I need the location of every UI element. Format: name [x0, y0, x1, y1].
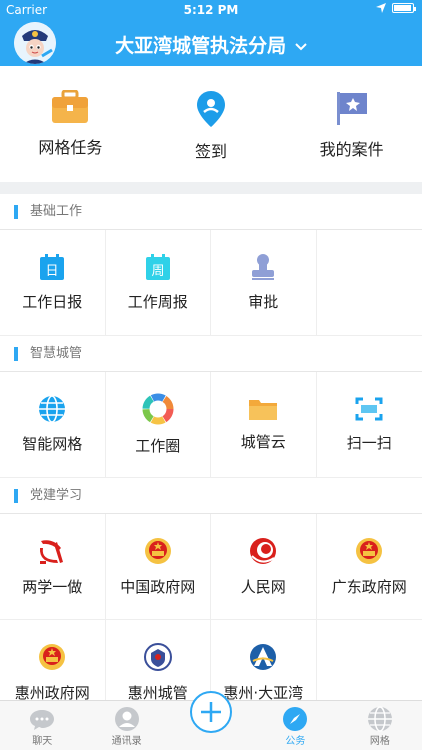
- scan-button[interactable]: 扫一扫: [316, 372, 422, 478]
- badge-flag-icon: [336, 92, 367, 125]
- work-circle-button[interactable]: 工作圈: [105, 372, 211, 478]
- section-title-smart-city: 智慧城管: [0, 336, 422, 372]
- folder-icon: [249, 400, 278, 420]
- basic-work-grid: 日 工作日报 周 工作周报 审批: [0, 230, 422, 336]
- calendar-day-icon: 日: [40, 254, 65, 280]
- plus-button[interactable]: [190, 691, 233, 733]
- status-icons: [376, 3, 416, 13]
- contacts-icon: [114, 707, 139, 731]
- scan-icon: [355, 397, 383, 421]
- quick-actions: 网格任务 签到 我的案件: [0, 66, 422, 182]
- approval-label: 审批: [248, 293, 279, 311]
- section-title-party-study: 党建学习: [0, 478, 422, 514]
- national-emblem-icon: [144, 538, 171, 564]
- location-arrow-icon: [376, 3, 386, 13]
- tab-contacts-label: 通讯录: [111, 736, 142, 747]
- dayawan-logo-icon: [250, 644, 277, 670]
- briefcase-icon: [52, 90, 89, 123]
- tab-chat[interactable]: 聊天: [0, 701, 84, 750]
- weekly-report-label: 工作周报: [127, 293, 188, 311]
- stamp-icon: [252, 254, 275, 280]
- calendar-week-glyph: 周: [151, 264, 164, 279]
- china-gov-label: 中国政府网: [120, 578, 196, 596]
- chevron-down-icon: [295, 42, 307, 50]
- tab-grid-label: 网格: [369, 736, 390, 747]
- smart-grid-label: 智能网格: [22, 435, 83, 453]
- plus-icon: [201, 702, 222, 722]
- two-studies-label: 两学一做: [22, 578, 83, 596]
- tab-official-label: 公务: [285, 736, 306, 747]
- location-pin-icon: [197, 91, 225, 127]
- tab-chat-label: 聊天: [32, 736, 53, 747]
- tab-official[interactable]: 公务: [253, 701, 337, 750]
- section-title-basic-work: 基础工作: [0, 194, 422, 230]
- empty-cell: [316, 230, 422, 336]
- guangdong-gov-label: 广东政府网: [331, 578, 407, 596]
- tab-contacts[interactable]: 通讯录: [84, 701, 168, 750]
- people-daily-label: 人民网: [240, 578, 286, 596]
- national-emblem-icon: [356, 538, 383, 564]
- grid-task-button[interactable]: 网格任务: [0, 66, 141, 182]
- people-logo-icon: [250, 538, 277, 564]
- my-cases-label: 我的案件: [319, 140, 384, 159]
- people-daily-button[interactable]: 人民网: [211, 514, 317, 620]
- approval-button[interactable]: 审批: [211, 230, 317, 336]
- section-divider: [0, 182, 422, 194]
- checkin-button[interactable]: 签到: [141, 66, 282, 182]
- daily-report-button[interactable]: 日 工作日报: [0, 230, 106, 336]
- my-cases-button[interactable]: 我的案件: [281, 66, 422, 182]
- clock: 5:12 PM: [183, 3, 239, 17]
- city-cloud-label: 城管云: [240, 433, 286, 451]
- grid-task-label: 网格任务: [38, 138, 103, 157]
- china-gov-button[interactable]: 中国政府网: [105, 514, 211, 620]
- chat-icon: [30, 710, 55, 730]
- compass-icon: [283, 707, 308, 731]
- color-wheel-icon: [142, 393, 174, 425]
- bottom-tab-bar: 聊天 通讯录 公务 网格: [0, 691, 422, 750]
- calendar-week-icon: 周: [145, 254, 170, 280]
- two-studies-button[interactable]: 两学一做: [0, 514, 106, 620]
- tab-grid[interactable]: 网格: [338, 701, 422, 750]
- national-emblem-icon: [39, 644, 66, 670]
- battery-icon: [392, 3, 416, 13]
- daily-report-label: 工作日报: [22, 293, 83, 311]
- weekly-report-button[interactable]: 周 工作周报: [105, 230, 211, 336]
- globe-icon: [39, 395, 66, 423]
- city-management-badge-icon: [143, 643, 172, 671]
- app-header: 大亚湾城管执法分局: [0, 20, 422, 66]
- smart-city-grid: 智能网格 工作圈 城管云 扫一扫: [0, 372, 422, 478]
- header-title[interactable]: 大亚湾城管执法分局: [0, 31, 422, 58]
- header-title-text: 大亚湾城管执法分局: [115, 35, 287, 57]
- status-bar: Carrier 5:12 PM: [0, 0, 422, 20]
- tab-add[interactable]: [169, 691, 253, 750]
- smart-grid-button[interactable]: 智能网格: [0, 372, 106, 478]
- scan-label: 扫一扫: [346, 434, 392, 452]
- city-cloud-button[interactable]: 城管云: [211, 372, 317, 478]
- calendar-day-glyph: 日: [46, 264, 59, 279]
- grid-globe-icon: [367, 706, 392, 732]
- work-circle-label: 工作圈: [135, 437, 181, 455]
- party-emblem-icon: [40, 540, 64, 564]
- checkin-label: 签到: [195, 142, 228, 161]
- guangdong-gov-button[interactable]: 广东政府网: [316, 514, 422, 620]
